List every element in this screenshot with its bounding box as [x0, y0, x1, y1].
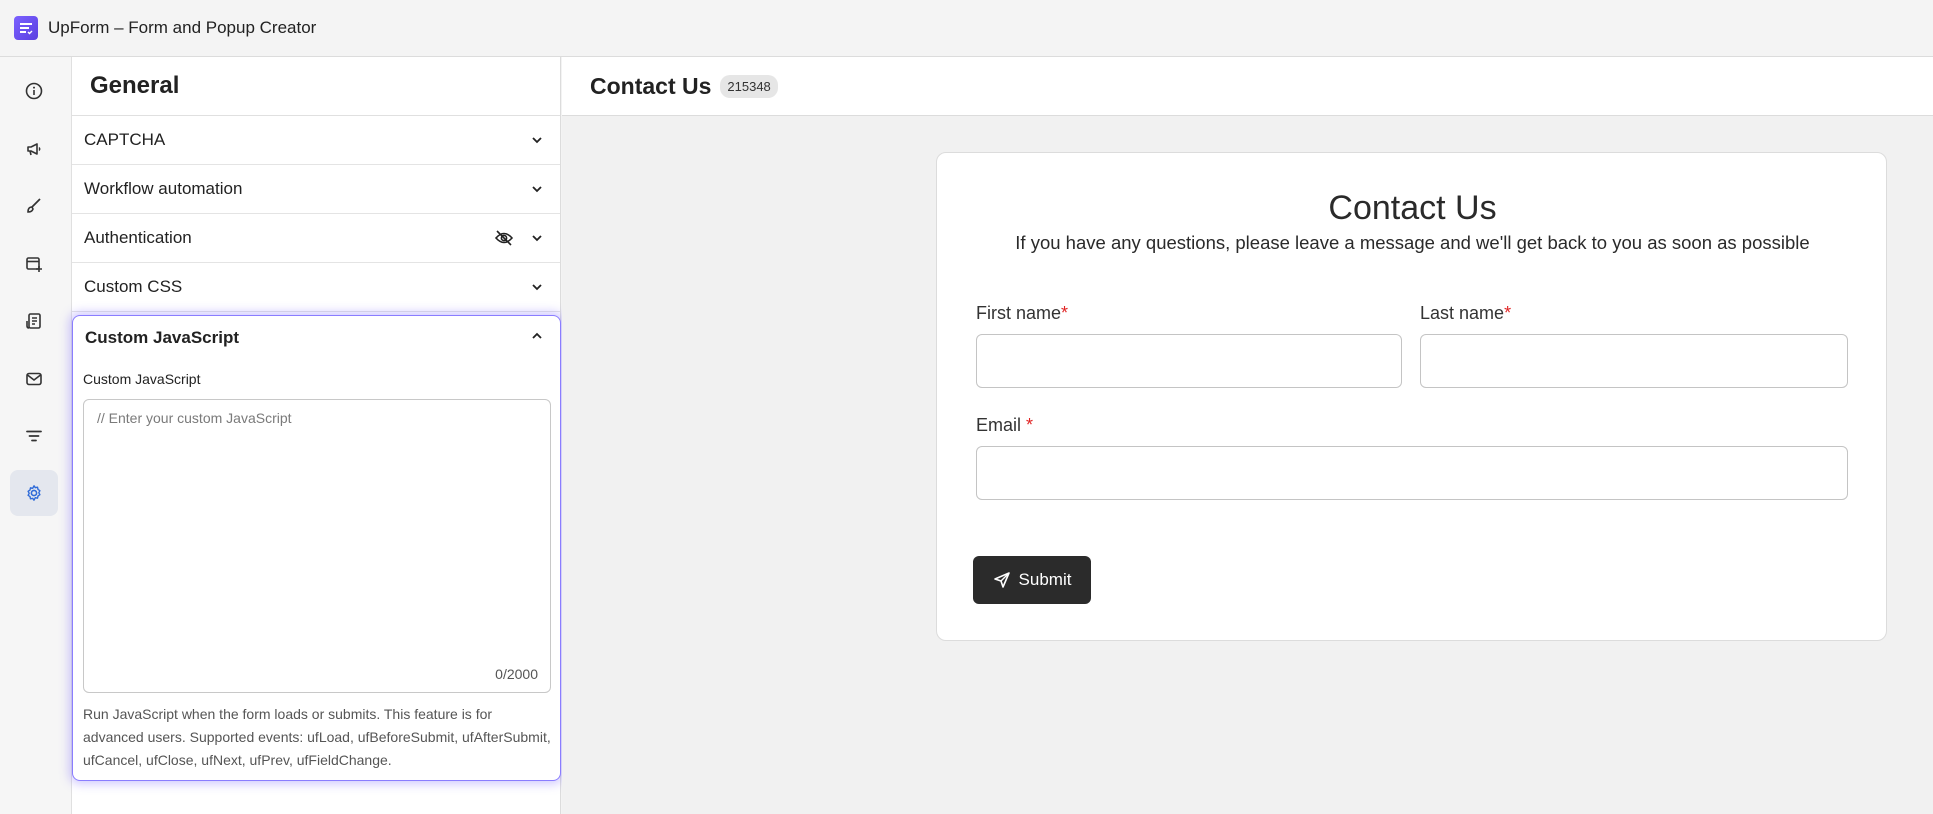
last-name-label: Last name*	[1420, 303, 1511, 324]
chevron-down-icon	[530, 133, 544, 147]
settings-title: General	[72, 57, 560, 116]
chevron-down-icon	[530, 280, 544, 294]
section-authentication[interactable]: Authentication	[72, 214, 560, 263]
section-label: Custom JavaScript	[85, 327, 239, 347]
settings-panel: General CAPTCHA Workflow automation Auth…	[72, 57, 561, 814]
required-asterisk: *	[1026, 415, 1034, 435]
form-subtitle: If you have any questions, please leave …	[1015, 232, 1810, 253]
send-icon	[993, 571, 1011, 589]
submit-button[interactable]: Submit	[973, 556, 1091, 604]
brush-icon[interactable]	[10, 183, 58, 229]
field-label-text: First name	[976, 303, 1062, 323]
upform-logo-icon	[14, 16, 38, 40]
first-name-input[interactable]	[976, 334, 1402, 388]
app-title: UpForm – Form and Popup Creator	[48, 18, 317, 37]
chevron-down-icon	[530, 182, 544, 196]
custom-javascript-help-text: Run JavaScript when the form loads or su…	[83, 706, 551, 768]
section-custom-javascript: Custom JavaScript Custom JavaScript // E…	[72, 315, 561, 781]
info-icon[interactable]	[10, 68, 58, 114]
form-title: Contact Us	[1328, 189, 1497, 227]
custom-javascript-header[interactable]: Custom JavaScript	[73, 316, 560, 359]
section-label: Custom CSS	[84, 277, 183, 296]
textarea-placeholder: // Enter your custom JavaScript	[97, 410, 292, 426]
canvas-header: Contact Us 215348	[562, 57, 1933, 116]
custom-javascript-textarea[interactable]: // Enter your custom JavaScript 0/2000	[83, 399, 551, 693]
form-name-title: Contact Us	[590, 72, 712, 99]
add-window-icon[interactable]	[10, 241, 58, 287]
custom-javascript-label: Custom JavaScript	[83, 371, 201, 387]
section-label: Workflow automation	[84, 179, 243, 198]
submit-label: Submit	[1018, 570, 1072, 589]
character-counter: 0/2000	[495, 666, 538, 682]
section-label: CAPTCHA	[84, 130, 166, 149]
receipt-icon[interactable]	[10, 298, 58, 344]
chevron-down-icon	[530, 231, 544, 245]
eye-off-icon	[494, 229, 514, 247]
icon-sidebar	[0, 57, 72, 814]
filter-icon[interactable]	[10, 413, 58, 459]
email-input[interactable]	[976, 446, 1848, 500]
section-label: Authentication	[84, 228, 192, 247]
gear-icon[interactable]	[10, 470, 58, 516]
field-label-text: Last name	[1420, 303, 1505, 323]
last-name-input[interactable]	[1420, 334, 1848, 388]
form-id-badge: 215348	[720, 74, 778, 98]
first-name-label: First name*	[976, 303, 1068, 324]
app-titlebar: UpForm – Form and Popup Creator	[0, 0, 1933, 57]
section-workflow-automation[interactable]: Workflow automation	[72, 165, 560, 214]
section-custom-css[interactable]: Custom CSS	[72, 263, 560, 312]
megaphone-icon[interactable]	[10, 126, 58, 172]
mail-icon[interactable]	[10, 356, 58, 402]
form-card: Contact Us If you have any questions, pl…	[936, 152, 1887, 641]
email-label: Email *	[976, 415, 1033, 436]
field-label-text: Email	[976, 415, 1022, 435]
chevron-up-icon	[530, 328, 544, 348]
required-asterisk: *	[1061, 303, 1069, 323]
required-asterisk: *	[1504, 303, 1512, 323]
section-captcha[interactable]: CAPTCHA	[72, 116, 560, 165]
form-preview-canvas: Contact Us 215348 Contact Us If you have…	[562, 57, 1933, 814]
